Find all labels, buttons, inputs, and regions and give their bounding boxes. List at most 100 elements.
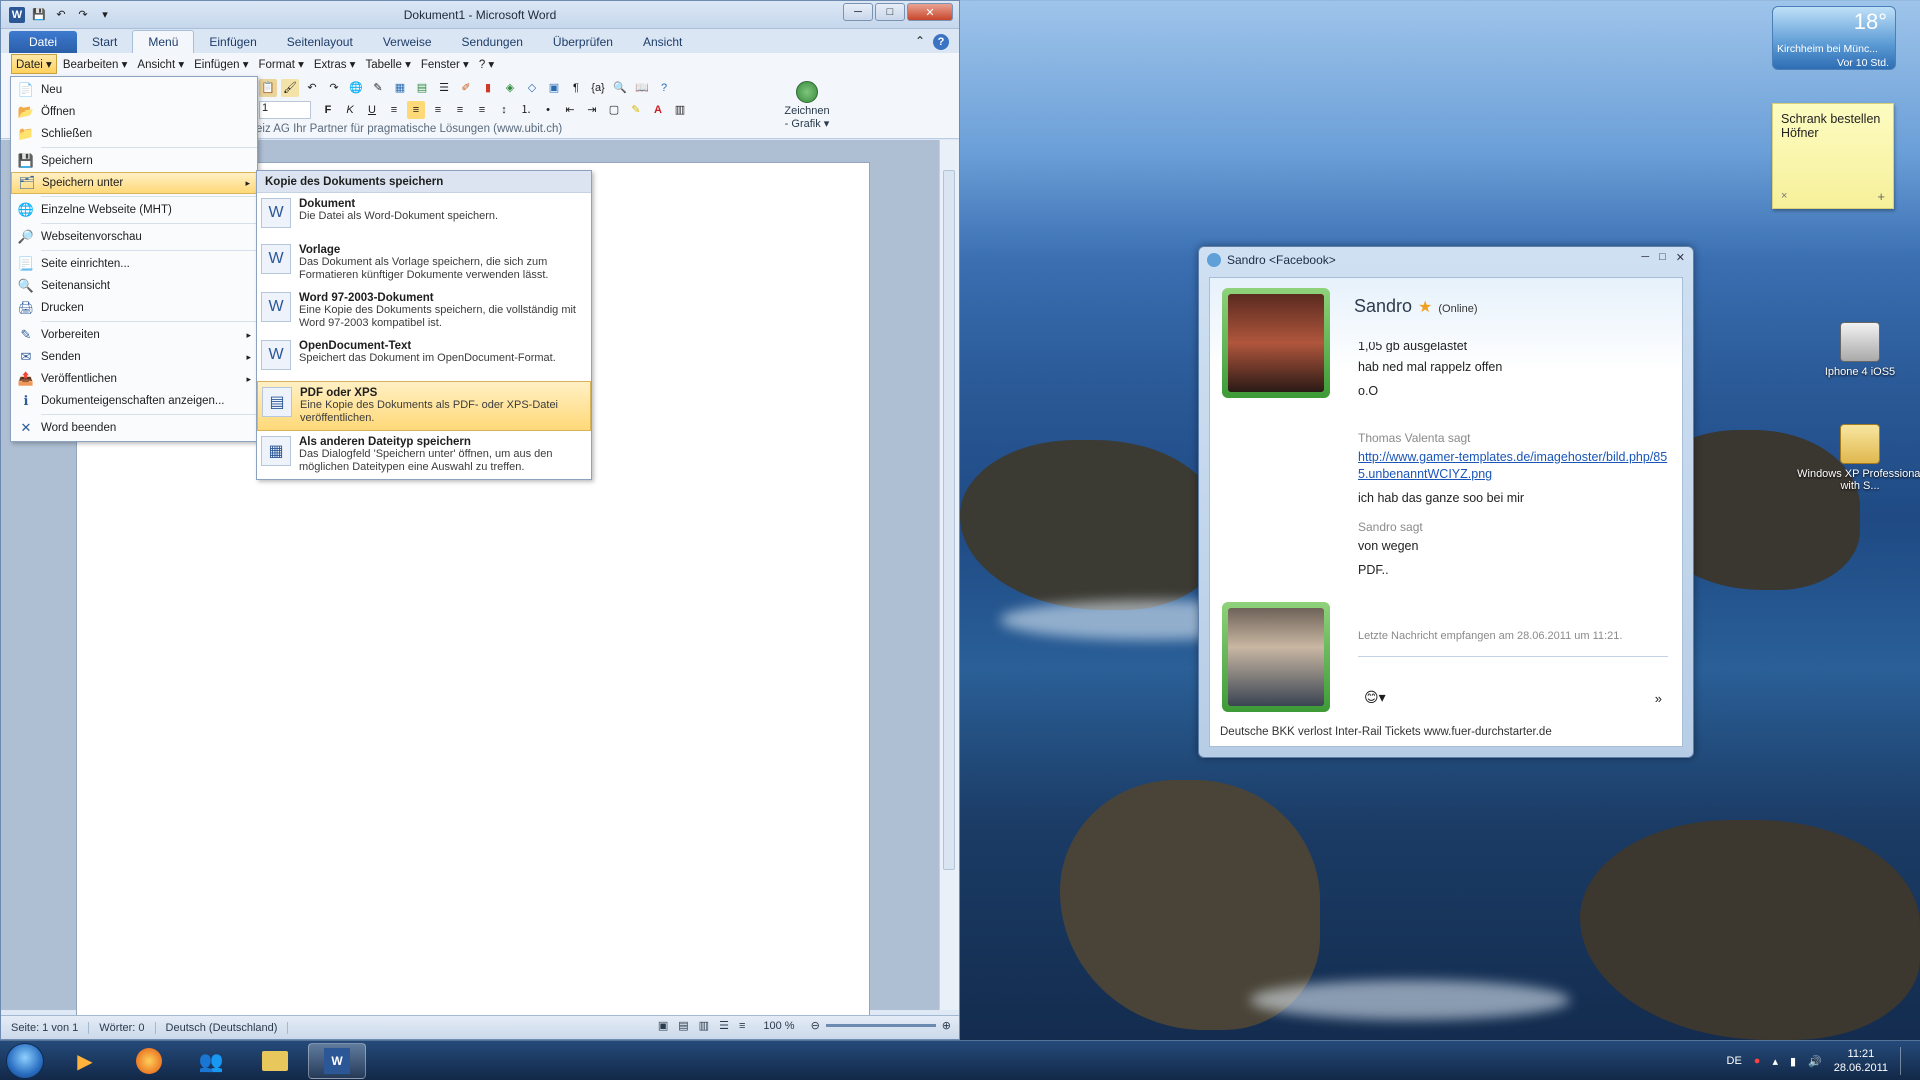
chat-minimize-button[interactable]: ─ [1641, 251, 1649, 264]
strikethrough-icon[interactable]: ≡ [385, 101, 403, 119]
smartart-icon[interactable]: ◈ [501, 79, 519, 97]
file-menu-item[interactable]: ✎ Vorbereiten ▸ [11, 324, 257, 346]
save-as-option[interactable]: W Word 97-2003-Dokument Eine Kopie des Dok… [257, 287, 591, 335]
status-words[interactable]: Wörter: 0 [89, 1021, 156, 1034]
menu-einfuegen[interactable]: Einfügen ▾ [190, 55, 252, 73]
file-menu-item[interactable]: 📤 Veröffentlichen ▸ [11, 368, 257, 390]
start-button[interactable] [6, 1043, 44, 1079]
vertical-scrollbar[interactable] [939, 140, 959, 1010]
sticky-close-icon[interactable]: × [1781, 190, 1787, 202]
minimize-button[interactable]: ─ [843, 3, 873, 21]
line-spacing-icon[interactable]: ↕ [495, 101, 513, 119]
zoom-out-icon[interactable]: ⊖ [811, 1019, 820, 1032]
file-menu-item[interactable]: ✕ Word beenden [11, 417, 257, 439]
taskbar-media-player[interactable]: ▶ [56, 1043, 114, 1079]
search-icon[interactable]: 🔍 [611, 79, 629, 97]
hyperlink-icon[interactable]: 🌐 [347, 79, 365, 97]
undo-toolbar-icon[interactable]: ↶ [303, 79, 321, 97]
format-painter-icon[interactable]: 🖌 [281, 79, 299, 97]
file-menu-item[interactable]: 🔍 Seitenansicht [11, 275, 257, 297]
show-desktop-button[interactable] [1900, 1047, 1910, 1075]
own-avatar[interactable] [1222, 602, 1330, 712]
file-menu-item[interactable]: ℹ Dokumenteigenschaften anzeigen... [11, 390, 257, 412]
numbering-icon[interactable]: ⒈ [517, 101, 535, 119]
help-toolbar-icon[interactable]: ? [655, 79, 673, 97]
save-as-option[interactable]: ▦ Als anderen Dateityp speichern Das Dialo… [257, 431, 591, 479]
tab-verweise[interactable]: Verweise [368, 31, 447, 53]
taskbar-firefox[interactable] [120, 1043, 178, 1079]
taskbar-explorer[interactable] [246, 1043, 304, 1079]
desktop-icon-winxp[interactable]: Windows XP Professional with S... [1796, 424, 1920, 492]
menu-datei[interactable]: Datei ▾ [11, 54, 57, 74]
sticky-add-icon[interactable]: + [1877, 189, 1885, 204]
save-as-option[interactable]: W OpenDocument-Text Speichert das Dokument… [257, 335, 591, 381]
network-icon[interactable]: ▮ [1790, 1055, 1796, 1068]
excel-icon[interactable]: ▤ [413, 79, 431, 97]
web-layout-icon[interactable]: ▥ [697, 1019, 711, 1032]
redo-toolbar-icon[interactable]: ↷ [325, 79, 343, 97]
status-language[interactable]: Deutsch (Deutschland) [156, 1021, 289, 1034]
font-color-icon[interactable]: A [649, 101, 667, 119]
clock[interactable]: 11:21 28.06.2011 [1834, 1047, 1888, 1075]
ribbon-collapse-icon[interactable]: ⌃ [915, 34, 925, 50]
sticky-note[interactable]: Schrank bestellen Höfner × + [1772, 103, 1894, 209]
message-link[interactable]: http://www.gamer-templates.de/imagehoste… [1358, 450, 1667, 481]
chart-icon[interactable]: ▮ [479, 79, 497, 97]
menu-format[interactable]: Format ▾ [254, 55, 307, 73]
message-input[interactable]: 😊▾ » [1358, 656, 1668, 712]
tab-einfuegen[interactable]: Einfügen [194, 31, 271, 53]
volume-icon[interactable]: 🔊 [1808, 1055, 1822, 1068]
bold-icon[interactable]: F [319, 101, 337, 119]
decrease-indent-icon[interactable]: ⇤ [561, 101, 579, 119]
italic-icon[interactable]: K [341, 101, 359, 119]
increase-indent-icon[interactable]: ⇥ [583, 101, 601, 119]
tab-datei[interactable]: Datei [9, 31, 78, 53]
sticky-note-text[interactable]: Schrank bestellen Höfner [1781, 112, 1885, 140]
taskbar-messenger[interactable]: 👥 [182, 1043, 240, 1079]
file-menu-item[interactable]: 📄 Neu [11, 79, 257, 101]
paragraph-mark-icon[interactable]: ¶ [567, 79, 585, 97]
edit-icon[interactable]: ✎ [369, 79, 387, 97]
favorite-star-icon[interactable]: ★ [1418, 299, 1432, 316]
picture-icon[interactable]: ▣ [545, 79, 563, 97]
draft-icon[interactable]: ≡ [737, 1020, 747, 1032]
save-as-option[interactable]: W Dokument Die Datei als Word-Dokument spe… [257, 193, 591, 239]
shapes-icon[interactable]: ◇ [523, 79, 541, 97]
align-center-icon[interactable]: ≡ [429, 101, 447, 119]
scroll-thumb[interactable] [943, 170, 955, 870]
zoom-slider[interactable] [825, 1024, 936, 1027]
tab-menu[interactable]: Menü [132, 30, 195, 53]
drawing-icon[interactable]: ✐ [457, 79, 475, 97]
zoom-in-icon[interactable]: ⊕ [942, 1019, 951, 1032]
reading-mode-icon[interactable]: ▥ [671, 101, 689, 119]
font-size-field[interactable]: 1 [259, 101, 311, 119]
tray-app-icon[interactable]: ● [1754, 1055, 1761, 1067]
field-icon[interactable]: {a} [589, 79, 607, 97]
zoom-level[interactable]: 100 % [753, 1020, 804, 1032]
print-layout-icon[interactable]: ▣ [656, 1019, 670, 1032]
file-menu-item[interactable]: 📂 Öffnen [11, 101, 257, 123]
tab-ansicht[interactable]: Ansicht [628, 31, 697, 53]
taskbar-word[interactable]: W [308, 1043, 366, 1079]
menu-fenster[interactable]: Fenster ▾ [417, 55, 473, 73]
ad-banner[interactable]: Deutsche BKK verlost Inter-Rail Tickets … [1220, 726, 1552, 738]
file-menu-item[interactable]: 🖨 Drucken [11, 297, 257, 319]
tab-sendungen[interactable]: Sendungen [447, 31, 538, 53]
tab-seitenlayout[interactable]: Seitenlayout [272, 31, 368, 53]
tab-start[interactable]: Start [77, 31, 132, 53]
weather-gadget[interactable]: 18° Kirchheim bei Münc... Vor 10 Std. [1772, 6, 1896, 70]
menu-ansicht[interactable]: Ansicht ▾ [133, 55, 188, 73]
contact-avatar[interactable] [1222, 288, 1330, 398]
file-menu-item[interactable]: 💾 Speichern [11, 150, 257, 172]
tray-expand-icon[interactable]: ▴ [1772, 1055, 1778, 1068]
draw-graphic-button[interactable]: Zeichnen - Grafik ▾ [783, 77, 831, 137]
menu-extras[interactable]: Extras ▾ [310, 55, 360, 73]
chat-close-button[interactable]: ✕ [1676, 251, 1685, 264]
table-icon[interactable]: ▦ [391, 79, 409, 97]
emoticon-icon[interactable]: 😊▾ [1364, 689, 1386, 706]
file-menu-item[interactable]: 🔎 Webseitenvorschau [11, 226, 257, 248]
align-right-icon[interactable]: ≡ [451, 101, 469, 119]
language-indicator[interactable]: DE [1727, 1055, 1742, 1067]
outline-icon[interactable]: ☰ [717, 1019, 731, 1032]
file-menu-item[interactable]: ✉ Senden ▸ [11, 346, 257, 368]
